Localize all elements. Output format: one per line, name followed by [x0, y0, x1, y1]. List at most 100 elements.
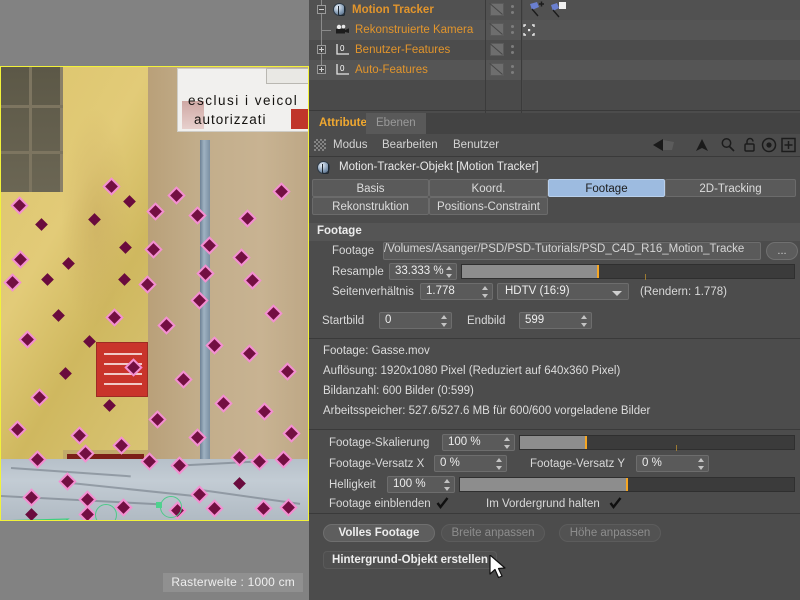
- tab-rekonstruktion[interactable]: Rekonstruktion: [312, 197, 429, 215]
- footage-scale-stepper-icon[interactable]: [504, 437, 511, 449]
- resample-input[interactable]: 33.333 %: [389, 263, 457, 280]
- footage-plate: esclusi i veicol autorizzati: [0, 66, 309, 521]
- start-frame-input[interactable]: 0: [379, 312, 452, 329]
- viewport[interactable]: esclusi i veicol autorizzati: [0, 0, 309, 600]
- aspect-stepper-icon[interactable]: [482, 286, 489, 298]
- expander-expand-icon[interactable]: [317, 65, 326, 74]
- grid-size-label: Rasterweite : 1000 cm: [163, 573, 303, 592]
- street-sign: esclusi i veicol autorizzati: [177, 68, 309, 132]
- offset-y-input[interactable]: 0 %: [636, 455, 709, 472]
- tab-footage[interactable]: Footage: [548, 179, 665, 197]
- search-icon[interactable]: [720, 137, 736, 153]
- sign-line-2: autorizzati: [194, 112, 267, 127]
- chevron-down-icon: [612, 291, 622, 296]
- dot-handle-icon[interactable]: [511, 5, 514, 17]
- window-element: [1, 67, 63, 192]
- dot-handle-icon[interactable]: [511, 65, 514, 77]
- end-frame-input[interactable]: 599: [519, 312, 592, 329]
- dot-handle-icon[interactable]: [511, 45, 514, 57]
- expander-expand-icon[interactable]: [317, 45, 326, 54]
- end-frame-value: 599: [525, 314, 544, 326]
- motion-tracker-icon: [333, 3, 346, 16]
- footage-scale-slider[interactable]: [519, 435, 795, 450]
- resample-stepper-icon[interactable]: [446, 266, 453, 278]
- brightness-slider[interactable]: [459, 477, 795, 492]
- offset-x-input[interactable]: 0 %: [434, 455, 507, 472]
- divider: [309, 429, 800, 430]
- full-footage-button[interactable]: Volles Footage: [323, 524, 435, 542]
- info-line: Footage: Gasse.mov: [323, 345, 430, 357]
- camera-icon: [335, 24, 350, 34]
- tag-icon[interactable]: [490, 43, 504, 56]
- offset-y-stepper-icon[interactable]: [698, 458, 705, 470]
- object-manager[interactable]: Motion Tracker Rekonstruierte Kamera: [309, 0, 800, 113]
- resample-slider[interactable]: [461, 264, 795, 279]
- aspect-preset-dropdown[interactable]: HDTV (16:9): [497, 283, 629, 300]
- resample-label: Resample: [332, 266, 384, 278]
- info-line: Auflösung: 1920x1080 Pixel (Reduziert au…: [323, 365, 620, 377]
- object-title: Motion-Tracker-Objekt [Motion Tracker]: [339, 161, 539, 173]
- tab-positions-constraint[interactable]: Positions-Constraint: [429, 197, 548, 215]
- tab-2d-tracking[interactable]: 2D-Tracking: [665, 179, 796, 197]
- offset-y-value: 0 %: [642, 457, 662, 469]
- offset-x-stepper-icon[interactable]: [496, 458, 503, 470]
- info-line: Bildanzahl: 600 Bilder (0:599): [323, 385, 474, 397]
- object-label: Auto-Features: [355, 64, 428, 76]
- svg-text:0: 0: [340, 44, 345, 53]
- attribute-menubar: Modus Bearbeiten Benutzer: [309, 134, 800, 156]
- show-footage-checkbox[interactable]: [436, 497, 449, 510]
- expand-marker-icon[interactable]: [523, 24, 535, 36]
- target-icon[interactable]: [761, 137, 777, 153]
- brightness-stepper-icon[interactable]: [444, 479, 451, 491]
- brightness-input[interactable]: 100 %: [387, 476, 455, 493]
- menu-bearbeiten[interactable]: Bearbeiten: [382, 137, 438, 153]
- tracker-tag-icon[interactable]: [549, 1, 567, 19]
- fit-width-button[interactable]: Breite anpassen: [441, 524, 545, 542]
- fit-height-button[interactable]: Höhe anpassen: [559, 524, 661, 542]
- dot-handle-icon[interactable]: [511, 25, 514, 37]
- browse-button[interactable]: ...: [766, 242, 798, 260]
- info-line: Arbeitsspeicher: 527.6/527.6 MB für 600/…: [323, 405, 650, 417]
- end-frame-stepper-icon[interactable]: [581, 315, 588, 327]
- object-label: Motion Tracker: [352, 4, 434, 16]
- resample-value: 33.333 %: [395, 265, 444, 277]
- aspect-input[interactable]: 1.778: [420, 283, 493, 300]
- menu-benutzer[interactable]: Benutzer: [453, 137, 499, 153]
- offset-x-value: 0 %: [440, 457, 460, 469]
- tab-ebenen[interactable]: Ebenen: [366, 113, 426, 134]
- footage-scale-value: 100 %: [448, 436, 481, 448]
- tracker-tag-add-icon[interactable]: [528, 1, 546, 19]
- plus-box-icon[interactable]: [781, 137, 796, 153]
- brightness-label: Helligkeit: [329, 479, 376, 491]
- object-header: Motion-Tracker-Objekt [Motion Tracker]: [309, 157, 800, 179]
- offset-x-label: Footage-Versatz X: [329, 458, 424, 470]
- column-divider: [521, 0, 522, 113]
- tag-icon[interactable]: [490, 3, 504, 16]
- section-header-label: Footage: [317, 225, 362, 237]
- footage-path-input[interactable]: /Volumes/Asanger/PSD/PSD-Tutorials/PSD_C…: [383, 242, 761, 260]
- section-header-footage: Footage: [309, 223, 800, 241]
- motion-tracker-icon: [317, 161, 330, 174]
- tag-icon[interactable]: [490, 23, 504, 36]
- keep-foreground-checkbox[interactable]: [609, 497, 622, 510]
- up-arrow-icon[interactable]: [694, 137, 710, 153]
- footage-scale-input[interactable]: 100 %: [442, 434, 515, 451]
- tree-line: [321, 14, 322, 66]
- start-frame-label: Startbild: [322, 315, 364, 327]
- attribute-manager: Attribute Ebenen Modus Bearbeiten Benutz…: [309, 113, 800, 600]
- create-background-object-button[interactable]: Hintergrund-Objekt erstellen: [323, 551, 497, 569]
- aspect-value: 1.778: [426, 285, 455, 297]
- expander-collapse-icon[interactable]: [317, 5, 326, 14]
- back-arrow-icon[interactable]: [652, 137, 680, 153]
- tag-icon[interactable]: [490, 63, 504, 76]
- footage-path-value: /Volumes/Asanger/PSD/PSD-Tutorials/PSD_C…: [384, 243, 760, 255]
- object-label: Benutzer-Features: [355, 44, 450, 56]
- panel-grip-icon[interactable]: [314, 139, 326, 151]
- tab-koord[interactable]: Koord.: [429, 179, 548, 197]
- tab-basis[interactable]: Basis: [312, 179, 429, 197]
- menu-modus[interactable]: Modus: [333, 137, 368, 153]
- start-frame-stepper-icon[interactable]: [441, 315, 448, 327]
- start-frame-value: 0: [385, 314, 391, 326]
- unlock-icon[interactable]: [743, 137, 758, 153]
- keep-foreground-label: Im Vordergrund halten: [486, 498, 600, 510]
